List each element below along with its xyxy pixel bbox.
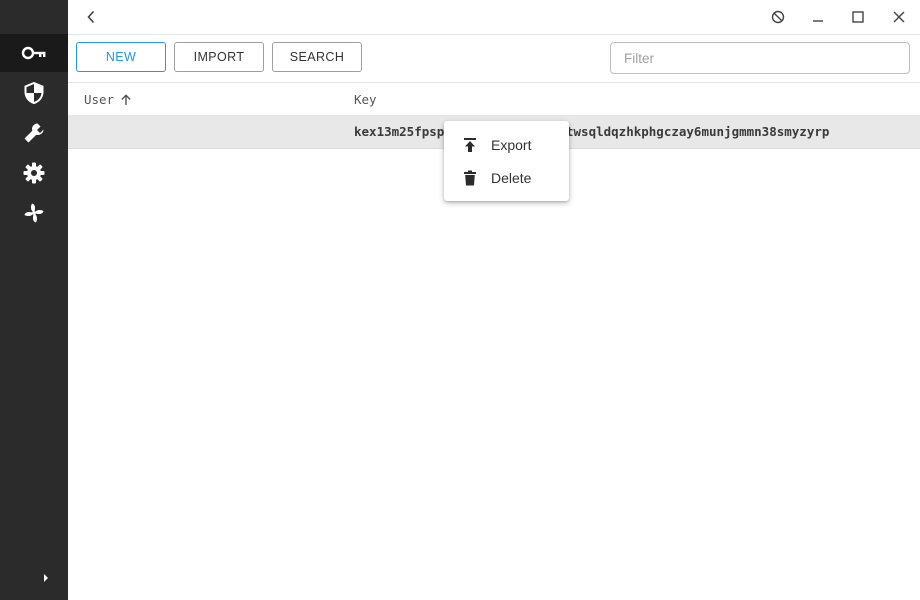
gear-icon	[23, 162, 45, 184]
sort-ascending-icon	[121, 93, 131, 105]
column-header-key-label: Key	[354, 92, 377, 107]
column-header-key[interactable]: Key	[354, 92, 377, 107]
minimize-icon	[813, 20, 823, 22]
filter-input[interactable]	[610, 42, 910, 74]
import-button[interactable]: IMPORT	[174, 42, 264, 72]
minimize-button[interactable]	[807, 6, 829, 28]
cell-key-tail: twsqldqzhkphgczay6munjgmmn38smyzyrp	[566, 124, 830, 139]
title-bar	[68, 0, 920, 35]
menu-item-delete[interactable]: Delete	[444, 162, 569, 194]
block-button[interactable]	[767, 6, 789, 28]
key-icon	[21, 46, 46, 60]
search-button[interactable]: SEARCH	[272, 42, 362, 72]
table-header: User Key	[68, 82, 920, 116]
new-button[interactable]: NEW	[76, 42, 166, 72]
block-icon	[771, 10, 785, 24]
column-header-user-label: User	[84, 92, 115, 107]
pinwheel-icon	[24, 203, 44, 223]
menu-item-export-label: Export	[491, 137, 532, 153]
sidebar-item-security[interactable]	[0, 74, 68, 112]
close-button[interactable]	[888, 6, 910, 28]
menu-item-export[interactable]: Export	[444, 129, 569, 161]
trash-icon	[464, 170, 476, 186]
maximize-button[interactable]	[847, 6, 869, 28]
cell-key: kex13m25fpsp	[354, 124, 445, 139]
sidebar-item-network[interactable]	[0, 194, 68, 232]
context-menu: Export Delete	[444, 121, 569, 201]
close-icon	[893, 11, 905, 23]
shield-icon	[24, 82, 44, 104]
back-button[interactable]	[82, 8, 100, 26]
sidebar-item-tools[interactable]	[0, 114, 68, 152]
wrench-icon	[24, 123, 44, 143]
chevron-right-icon	[44, 574, 48, 582]
sidebar	[0, 0, 68, 600]
upload-icon	[464, 138, 476, 152]
chevron-left-icon	[87, 10, 95, 24]
sidebar-expand-button[interactable]	[38, 570, 54, 586]
menu-item-delete-label: Delete	[491, 170, 532, 186]
column-header-user[interactable]: User	[84, 92, 133, 107]
toolbar: NEW IMPORT SEARCH	[68, 34, 920, 83]
sidebar-item-keys[interactable]	[0, 34, 68, 72]
maximize-icon	[852, 11, 864, 23]
sidebar-item-settings[interactable]	[0, 154, 68, 192]
